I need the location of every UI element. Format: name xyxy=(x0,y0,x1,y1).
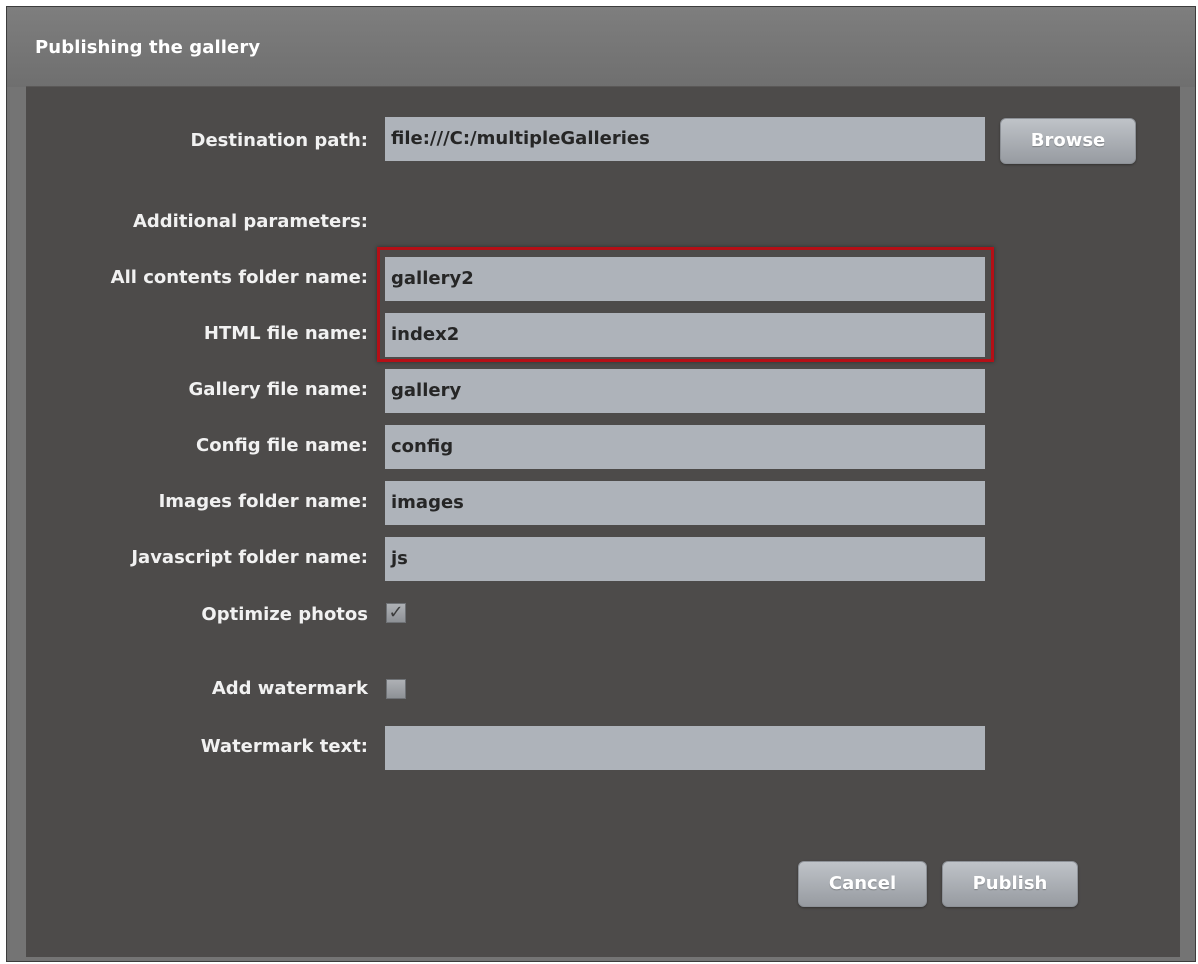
watermark-text-input[interactable] xyxy=(385,726,985,770)
optimize-photos-label: Optimize photos xyxy=(201,604,368,625)
watermark-text-label: Watermark text: xyxy=(200,736,368,757)
all-contents-folder-input[interactable]: gallery2 xyxy=(385,257,985,301)
additional-parameters-label: Additional parameters: xyxy=(132,211,368,232)
cancel-button[interactable]: Cancel xyxy=(798,861,927,907)
dialog-title: Publishing the gallery xyxy=(35,37,261,58)
images-folder-name-input[interactable]: images xyxy=(385,481,985,525)
html-file-name-label: HTML file name: xyxy=(203,323,368,344)
checkmark-icon: ✓ xyxy=(388,602,404,623)
all-contents-folder-label: All contents folder name: xyxy=(110,267,368,288)
optimize-photos-checkbox[interactable]: ✓ xyxy=(386,603,406,623)
destination-path-label: Destination path: xyxy=(190,130,368,151)
config-file-name-label: Config file name: xyxy=(196,435,368,456)
browse-button[interactable]: Browse xyxy=(1000,118,1136,164)
images-folder-name-label: Images folder name: xyxy=(158,491,368,512)
gallery-file-name-label: Gallery file name: xyxy=(188,379,368,400)
add-watermark-checkbox[interactable] xyxy=(386,679,406,699)
add-watermark-label: Add watermark xyxy=(211,678,368,699)
gallery-file-name-input[interactable]: gallery xyxy=(385,369,985,413)
html-file-name-input[interactable]: index2 xyxy=(385,313,985,357)
javascript-folder-name-input[interactable]: js xyxy=(385,537,985,581)
dialog-titlebar: Publishing the gallery xyxy=(7,7,1195,87)
config-file-name-input[interactable]: config xyxy=(385,425,985,469)
destination-path-input[interactable]: file:///C:/multipleGalleries xyxy=(385,117,985,161)
javascript-folder-name-label: Javascript folder name: xyxy=(131,547,368,568)
publish-button[interactable]: Publish xyxy=(942,861,1078,907)
